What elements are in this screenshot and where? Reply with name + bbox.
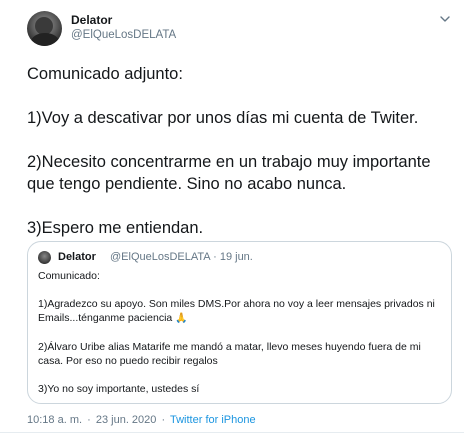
quoted-author-name: Delator <box>58 251 96 263</box>
author-handle[interactable]: @ElQueLosDELATA <box>71 29 176 41</box>
quoted-text: Comunicado: 1)Agradezco su apoyo. Son mi… <box>38 269 443 396</box>
quoted-date: 19 jun. <box>219 251 253 263</box>
quoted-paragraph: 3)Yo no soy importante, ustedes sí <box>38 383 200 395</box>
tweet-footer: 10:18 a. m. · 23 jun. 2020 · Twitter for… <box>27 414 256 426</box>
tweet-source-link[interactable]: Twitter for iPhone <box>170 414 256 426</box>
author-name[interactable]: Delator <box>71 13 112 27</box>
quoted-paragraph: 1)Agradezco su apoyo. Son miles DMS.Por … <box>38 298 435 324</box>
tweet-paragraph: 3)Espero me entiendan. <box>27 219 204 237</box>
tweet-date[interactable]: 23 jun. 2020 <box>96 414 157 426</box>
quoted-paragraph: 2)Álvaro Uribe alias Matarife me mandó a… <box>38 341 421 367</box>
footer-dot: · <box>161 414 166 426</box>
tweet-paragraph: 1)Voy a descativar por unos días mi cuen… <box>27 109 419 127</box>
divider <box>0 432 464 433</box>
chevron-down-icon[interactable] <box>438 12 452 26</box>
tweet-paragraph: Comunicado adjunto: <box>27 65 183 83</box>
pray-icon: 🙏 <box>175 313 188 324</box>
avatar[interactable] <box>27 11 62 46</box>
quoted-dot: · <box>213 251 217 263</box>
tweet-paragraph: 2)Necesito concentrarme en un trabajo mu… <box>27 153 431 193</box>
quoted-intro: Comunicado: <box>38 270 100 282</box>
quoted-meta: @ElQueLosDELATA · 19 jun. <box>110 251 253 263</box>
quoted-author-handle: @ElQueLosDELATA <box>110 251 211 263</box>
footer-dot: · <box>87 414 91 426</box>
tweet-card: Delator @ElQueLosDELATA Comunicado adjun… <box>0 0 464 436</box>
tweet-time[interactable]: 10:18 a. m. <box>27 414 82 426</box>
quoted-tweet[interactable]: Delator @ElQueLosDELATA · 19 jun. Comuni… <box>27 241 452 404</box>
quoted-avatar <box>38 251 51 264</box>
tweet-text: Comunicado adjunto: 1)Voy a descativar p… <box>27 63 452 261</box>
